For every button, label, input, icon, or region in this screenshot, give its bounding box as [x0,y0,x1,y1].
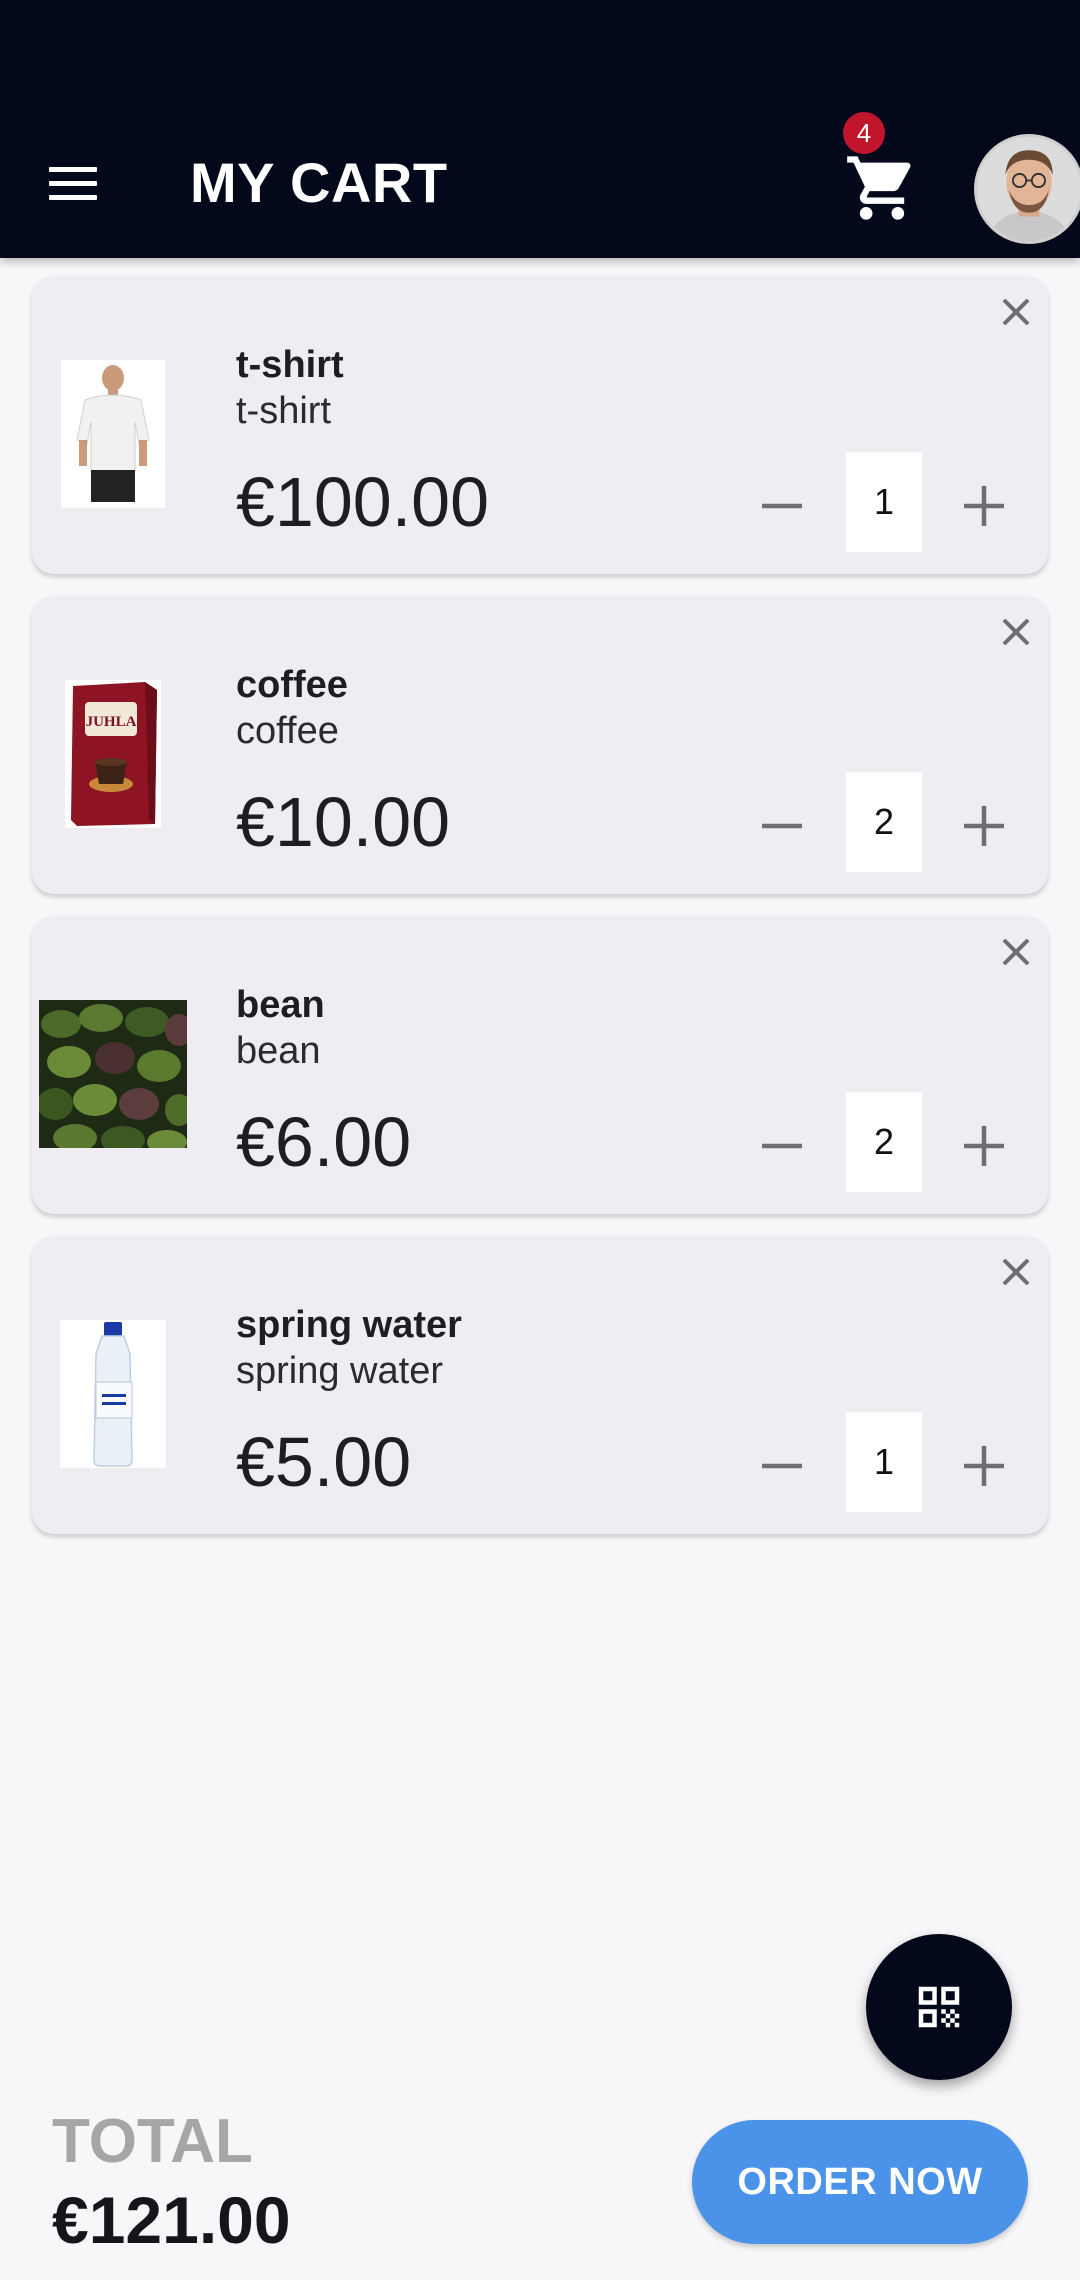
avocado-image [39,1000,187,1148]
cart-list: t-shirt t-shirt €100.00 1 JUHLA coffee c… [32,276,1048,1556]
app-bar: MY CART 4 [0,0,1080,258]
user-avatar[interactable] [974,134,1080,244]
item-name: coffee [236,664,348,706]
item-subtitle: t-shirt [236,390,331,432]
plus-icon[interactable] [954,1116,1014,1176]
total-value: €121.00 [52,2183,291,2257]
cart-item: spring water spring water €5.00 1 [32,1236,1048,1534]
qr-code-icon [918,1986,960,2028]
item-name: t-shirt [236,344,344,386]
item-subtitle: spring water [236,1350,443,1392]
item-price: €10.00 [236,783,451,861]
item-name: bean [236,984,325,1026]
item-price: €100.00 [236,463,490,541]
minus-icon[interactable] [752,476,812,536]
order-now-button[interactable]: ORDER NOW [692,2120,1028,2244]
plus-icon[interactable] [954,476,1014,536]
item-price: €5.00 [236,1423,412,1501]
menu-icon[interactable] [44,162,102,206]
close-icon[interactable] [992,288,1040,336]
close-icon[interactable] [992,928,1040,976]
shopping-cart-icon[interactable] [842,150,922,226]
quantity-field[interactable]: 2 [846,772,922,872]
minus-icon[interactable] [752,1116,812,1176]
qr-code-button[interactable] [866,1934,1012,2080]
quantity-field[interactable]: 1 [846,1412,922,1512]
coffee-package-image: JUHLA [39,680,187,828]
item-subtitle: coffee [236,710,339,752]
water-bottle-image [39,1320,187,1468]
total-label: TOTAL [52,2107,253,2176]
cart-count-badge: 4 [843,112,885,154]
t-shirt-image [39,360,187,508]
page-title: MY CART [190,151,448,214]
plus-icon[interactable] [954,796,1014,856]
cart-item: t-shirt t-shirt €100.00 1 [32,276,1048,574]
plus-icon[interactable] [954,1436,1014,1496]
minus-icon[interactable] [752,796,812,856]
svg-text:JUHLA: JUHLA [86,714,137,730]
cart-item: bean bean €6.00 2 [32,916,1048,1214]
minus-icon[interactable] [752,1436,812,1496]
quantity-field[interactable]: 1 [846,452,922,552]
close-icon[interactable] [992,1248,1040,1296]
item-name: spring water [236,1304,462,1346]
close-icon[interactable] [992,608,1040,656]
cart-item: JUHLA coffee coffee €10.00 2 [32,596,1048,894]
item-subtitle: bean [236,1030,321,1072]
item-price: €6.00 [236,1103,412,1181]
quantity-field[interactable]: 2 [846,1092,922,1192]
